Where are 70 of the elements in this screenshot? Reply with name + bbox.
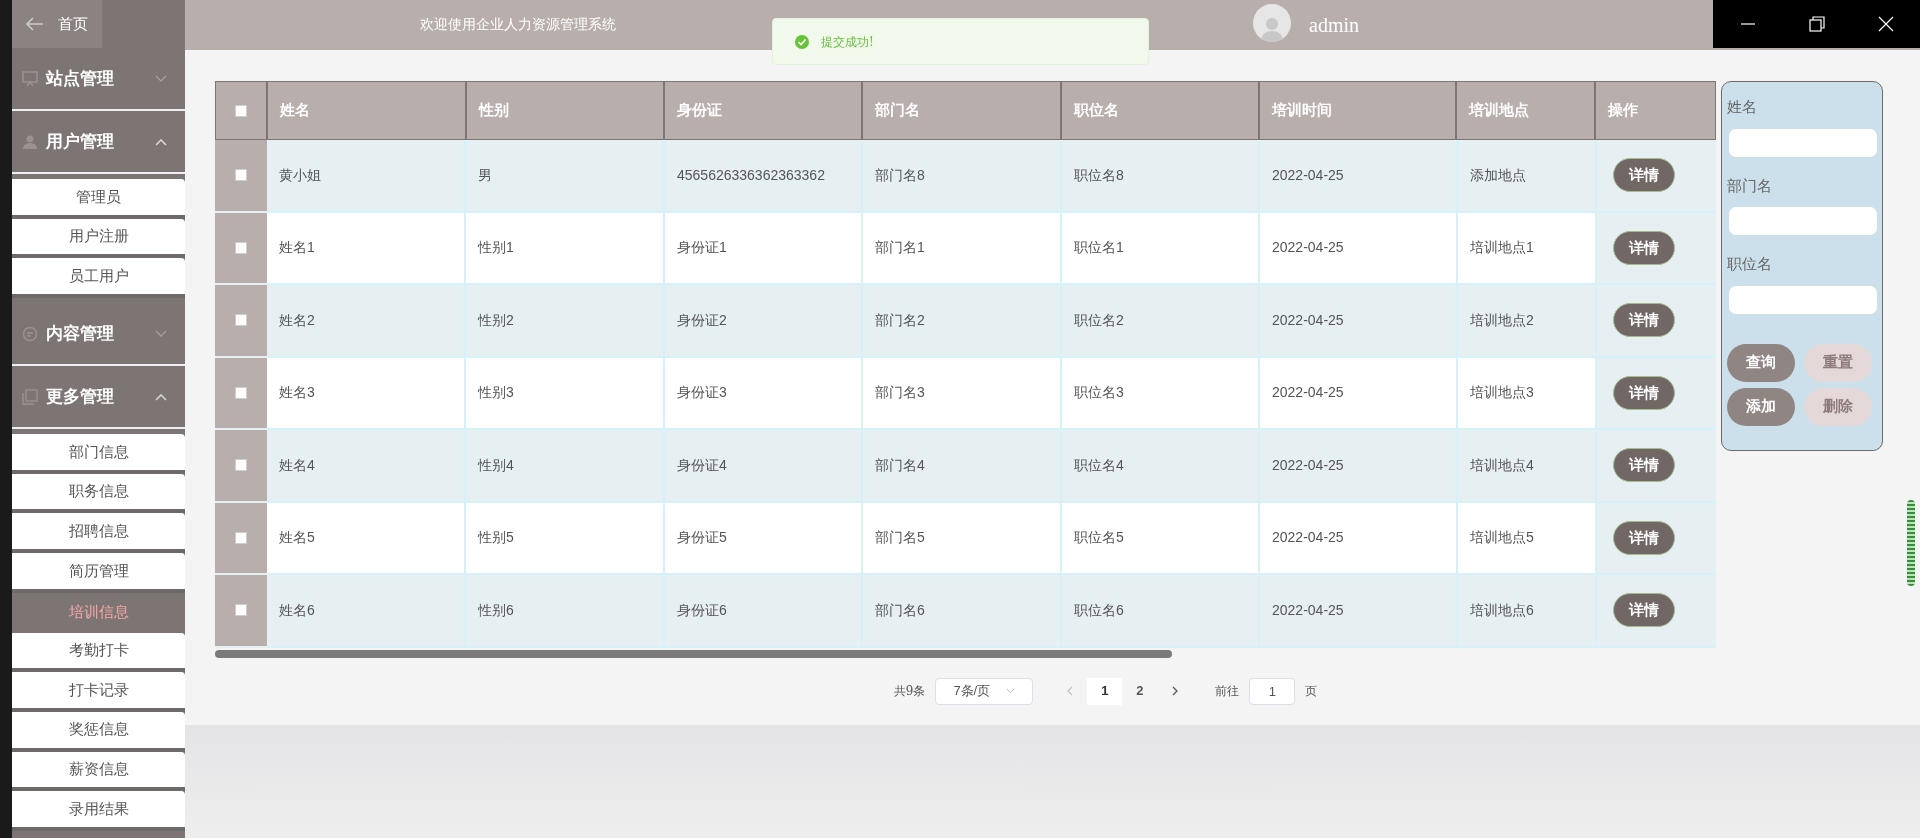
page-jump-field[interactable]: 1 — [1249, 677, 1296, 705]
close-icon[interactable] — [1877, 16, 1894, 32]
checkbox[interactable] — [235, 604, 247, 617]
search-panel-button[interactable]: 查询 — [1727, 343, 1795, 382]
field-label: 职位名 — [1727, 254, 1773, 274]
table-cell: 姓名6 — [267, 575, 466, 648]
home-link[interactable]: 首页 — [12, 0, 102, 48]
total-count: 共9条 — [893, 683, 926, 700]
table-cell: 职位名6 — [1062, 575, 1260, 648]
menu-item[interactable]: 管理员 — [12, 179, 185, 219]
checkbox[interactable] — [235, 169, 247, 182]
monitor-icon — [22, 70, 38, 87]
menu-item[interactable]: 简历管理 — [12, 553, 185, 593]
header-title: 欢迎使用企业人力资源管理系统 — [420, 15, 616, 34]
menu-item[interactable]: 录用结果 — [12, 791, 185, 831]
details-button[interactable]: 详情 — [1613, 230, 1675, 265]
check-icon — [795, 34, 809, 49]
input-field[interactable] — [1729, 128, 1877, 157]
restore-icon[interactable] — [1808, 16, 1825, 32]
table-cell: 性别6 — [466, 575, 665, 648]
goto-suffix: 页 — [1305, 683, 1318, 700]
menu-item[interactable]: 用户注册 — [12, 218, 185, 259]
details-button[interactable]: 详情 — [1613, 158, 1675, 193]
column-header: 操作 — [1607, 100, 1640, 121]
details-button[interactable]: 详情 — [1613, 303, 1675, 338]
input-field[interactable] — [1729, 285, 1877, 314]
checkbox[interactable] — [235, 314, 247, 327]
chat-icon — [22, 325, 38, 342]
home-label[interactable]: 首页 — [58, 12, 88, 36]
vertical-scrollbar[interactable] — [1907, 500, 1915, 586]
details-button[interactable]: 详情 — [1613, 593, 1675, 628]
table-cell: 身份证6 — [665, 575, 863, 648]
back-arrow-icon — [26, 17, 44, 31]
search-panel-button[interactable]: 重置 — [1804, 343, 1872, 382]
menu-item[interactable]: 考勤打卡 — [12, 632, 185, 673]
page-size-select[interactable]: 7条/页 — [935, 677, 1034, 705]
menu-item[interactable]: 员工用户 — [12, 258, 185, 299]
menu-item[interactable]: 奖惩信息 — [12, 711, 185, 752]
menu-item[interactable]: 薪资信息 — [12, 751, 185, 792]
table-cell: 2022-04-25 — [1260, 575, 1458, 648]
details-button[interactable]: 详情 — [1613, 448, 1675, 483]
search-panel-button[interactable]: 删除 — [1804, 387, 1872, 426]
menu-item[interactable]: 职务信息 — [12, 473, 185, 514]
checkbox[interactable] — [234, 104, 247, 117]
horizontal-scrollbar[interactable] — [215, 649, 1172, 658]
page-number[interactable]: 2 — [1122, 677, 1158, 705]
menu-item[interactable]: 部门信息 — [12, 434, 185, 474]
field-label: 部门名 — [1727, 175, 1773, 196]
chevron-left-icon — [1065, 686, 1073, 696]
field-label: 姓名 — [1727, 97, 1758, 117]
menu-item[interactable]: 招聘信息 — [12, 513, 185, 554]
user-icon — [22, 133, 38, 150]
table-cell: 部门名6 — [863, 575, 1062, 648]
toast-message: 提交成功! — [821, 33, 874, 51]
goto-label: 前往 — [1215, 683, 1240, 700]
menu-item[interactable]: 打卡记录 — [12, 672, 185, 712]
checkbox[interactable] — [235, 386, 247, 399]
details-button[interactable]: 详情 — [1613, 375, 1675, 410]
checkbox[interactable] — [235, 241, 247, 254]
chevron-right-icon — [1171, 686, 1179, 696]
input-field[interactable] — [1729, 207, 1877, 235]
chevron-down-icon — [1006, 688, 1016, 694]
page-number[interactable]: 1 — [1087, 677, 1123, 705]
username: admin — [1309, 13, 1359, 38]
details-button[interactable]: 详情 — [1613, 520, 1675, 555]
search-panel-button[interactable]: 添加 — [1727, 387, 1795, 426]
person-silhouette-icon — [1261, 16, 1283, 42]
copy-icon — [22, 388, 38, 405]
checkbox[interactable] — [235, 531, 247, 544]
checkbox[interactable] — [235, 459, 247, 472]
